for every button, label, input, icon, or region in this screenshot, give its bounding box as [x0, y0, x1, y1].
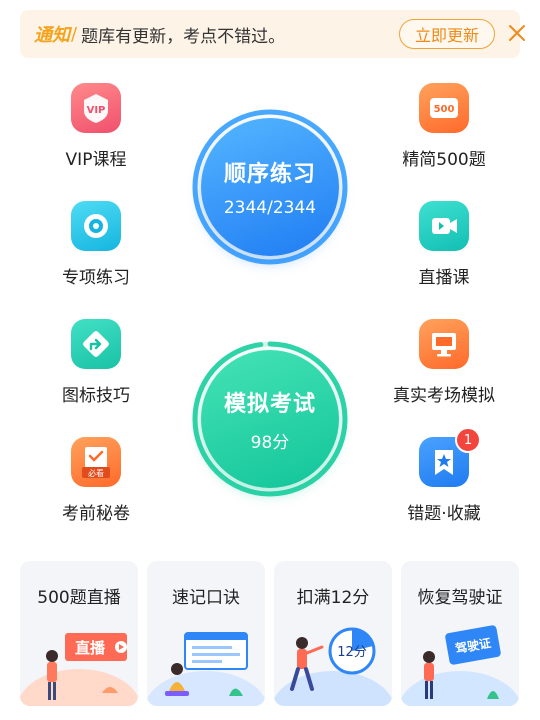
vip-badge-icon: VIP	[71, 83, 121, 133]
svg-text:直播: 直播	[75, 639, 106, 657]
mnemonics-illustration	[147, 632, 265, 706]
card-12-points-deducted[interactable]: 扣满12分 12分	[274, 561, 392, 706]
mock-exam-button[interactable]: 模拟考试 98分	[189, 338, 351, 500]
live-broadcast-illustration: 直播	[20, 633, 138, 706]
svg-text:VIP: VIP	[87, 105, 106, 116]
exam-title: 模拟考试	[223, 391, 316, 417]
tile-label: 图标技巧	[62, 386, 130, 406]
svg-text:12分: 12分	[337, 645, 367, 660]
tile-label: 精简500题	[402, 150, 486, 170]
card-500-live[interactable]: 500题直播 直播	[20, 561, 138, 706]
tile-label: 真实考场模拟	[393, 386, 495, 406]
star-bookmark-icon: 1	[419, 427, 481, 487]
tile-label: 错题·收藏	[407, 504, 481, 524]
tile-vip-course[interactable]: VIP VIP课程	[31, 83, 161, 183]
driver-license-illustration: 驾驶证	[401, 625, 519, 706]
practice-count: 2344/2344	[223, 198, 317, 218]
tile-label: VIP课程	[65, 150, 127, 170]
svg-text:必看: 必看	[88, 468, 104, 478]
notice-tag: 通知	[34, 25, 70, 46]
tile-label: 考前秘卷	[62, 504, 130, 524]
notice-slash: /	[71, 23, 78, 45]
practice-circle: 顺序练习 2344/2344	[201, 118, 339, 256]
tile-special-practice[interactable]: 专项练习	[31, 201, 161, 301]
tile-wrong-favorites[interactable]: 1 错题·收藏	[379, 427, 509, 537]
tile-pre-exam-paper[interactable]: 必看 考前秘卷	[31, 437, 161, 537]
tile-sign-tips[interactable]: 图标技巧	[31, 319, 161, 419]
tile-live-course[interactable]: 直播课	[379, 201, 509, 301]
notice-message: 题库有更新，考点不错过。	[81, 26, 286, 47]
exam-score: 98分	[250, 432, 290, 453]
svg-text:500: 500	[434, 104, 455, 115]
practice-title: 顺序练习	[223, 162, 316, 187]
card-title: 扣满12分	[296, 588, 370, 608]
sequential-practice-button[interactable]: 顺序练习 2344/2344	[189, 106, 351, 268]
close-icon[interactable]	[507, 23, 527, 43]
tile-real-exam-simulation[interactable]: 真实考场模拟	[379, 319, 509, 419]
exam-circle: 模拟考试 98分	[201, 350, 339, 488]
video-camera-icon	[419, 201, 469, 251]
card-restore-license[interactable]: 恢复驾驶证 驾驶证	[401, 561, 519, 706]
tile-label: 直播课	[418, 268, 470, 288]
update-now-button[interactable]: 立即更新	[399, 19, 495, 49]
monitor-icon	[419, 319, 469, 369]
tile-label: 专项练习	[62, 268, 130, 288]
turn-arrow-sign-icon	[71, 319, 121, 369]
target-icon	[71, 201, 121, 251]
500-badge-icon: 500	[419, 83, 469, 133]
tile-concise-500[interactable]: 500 精简500题	[379, 83, 509, 183]
must-read-paper-icon: 必看	[71, 437, 121, 487]
notice-bar: 通知 / 题库有更新，考点不错过。 立即更新	[20, 10, 525, 58]
card-title: 恢复驾驶证	[417, 588, 503, 608]
notification-badge: 1	[455, 427, 481, 453]
card-title: 500题直播	[37, 588, 121, 608]
card-quick-mnemonics[interactable]: 速记口诀	[147, 561, 265, 706]
points-deducted-illustration: 12分	[274, 627, 392, 706]
card-title: 速记口诀	[172, 588, 240, 608]
